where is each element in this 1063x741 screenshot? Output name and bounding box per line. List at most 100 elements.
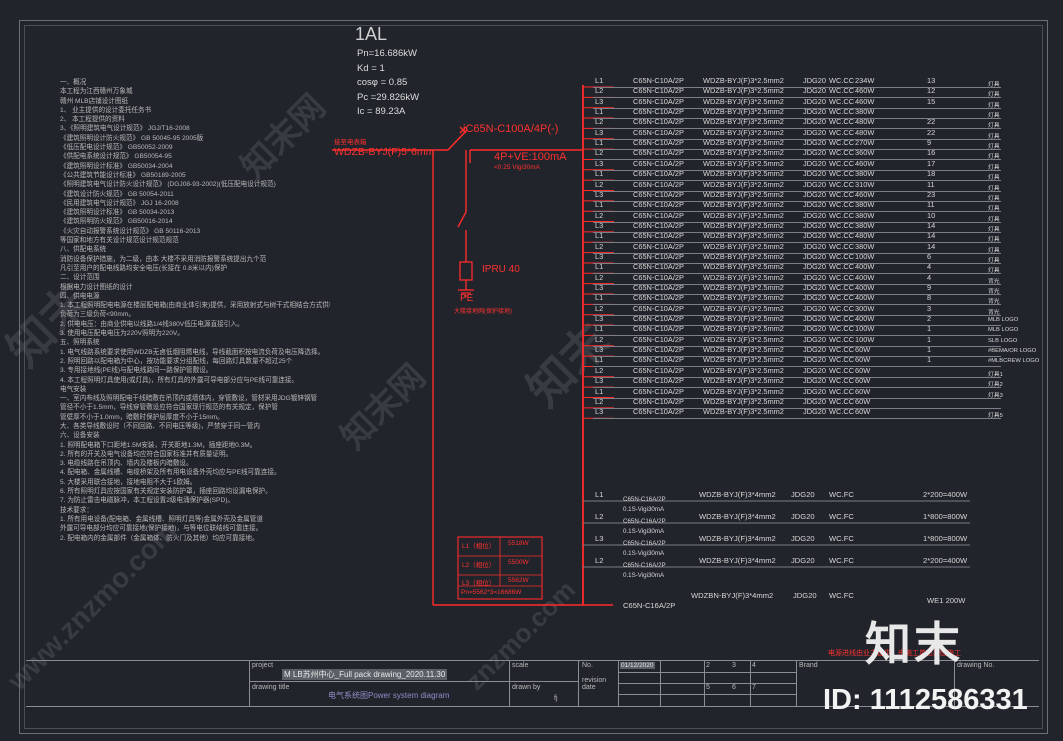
branch-phase: L3 bbox=[595, 283, 604, 292]
branch-label: 灯具 bbox=[988, 226, 1000, 233]
branch-phase: L1 bbox=[595, 490, 604, 499]
branch-count: 8 bbox=[927, 293, 932, 303]
branch-phase: L3 bbox=[595, 127, 604, 137]
branch-conduit: JDG20 bbox=[803, 407, 827, 417]
branch-power: 400W bbox=[855, 283, 875, 292]
branch-conduit: JDG20 bbox=[803, 107, 827, 117]
branch-conduit: JDG20 bbox=[793, 591, 817, 600]
branch-power: 60W bbox=[855, 386, 871, 396]
branch-phase: L2 bbox=[595, 334, 604, 344]
branch-count: 16 bbox=[927, 148, 936, 158]
branch-power: 234W bbox=[855, 76, 875, 85]
branch-breaker: C65N-C10A/2P bbox=[633, 345, 684, 355]
branch-phase: L2 bbox=[595, 365, 604, 375]
rev-col: 3 bbox=[732, 662, 736, 669]
branch-cable: WDZB-BYJ(F)3*2.5mm2 bbox=[703, 200, 784, 210]
drawn-by-label: drawn by bbox=[512, 684, 541, 691]
branch-lay: WC.CC bbox=[829, 231, 855, 241]
brand-label: Brand bbox=[799, 662, 818, 669]
branch-cable: WDZB-BYJ(F)3*2.5mm2 bbox=[703, 241, 784, 251]
branch-cable: WDZB-BYJ(F)3*2.5mm2 bbox=[703, 355, 784, 365]
branch-conduit: JDG20 bbox=[803, 210, 827, 220]
branch-lay: WC.CC bbox=[829, 241, 855, 251]
socket-row: L2 C65N-C16A/2P 0.1S-Vigi30mA WDZB-BYJ(F)3*… bbox=[593, 556, 993, 579]
branch-power: 480W bbox=[855, 117, 875, 127]
branch-cable: WDZB-BYJ(F)3*4mm2 bbox=[699, 490, 776, 499]
branch-power: 60W bbox=[855, 396, 871, 406]
branch-breaker: C65N-C10A/2P bbox=[633, 210, 684, 220]
branch-phase: L1 bbox=[595, 107, 604, 117]
branch-lay: WC.CC bbox=[829, 220, 855, 230]
branch-power: 60W bbox=[855, 365, 871, 375]
branch-count: 22 bbox=[927, 127, 936, 137]
branch-breaker: C65N-C10A/2P bbox=[633, 127, 684, 137]
branch-cable: WDZB-BYJ(F)3*2.5mm2 bbox=[703, 251, 784, 261]
branch-cable: WDZB-BYJ(F)3*4mm2 bbox=[699, 512, 776, 521]
branch-conduit: JDG20 bbox=[803, 117, 827, 127]
branch-breaker: C65N-C10A/2P bbox=[633, 376, 684, 386]
branch-conduit: JDG20 bbox=[803, 365, 827, 375]
branch-count: 1 bbox=[927, 355, 932, 365]
branch-breaker: C65N-C10A/2P bbox=[633, 179, 684, 189]
branch-count: 17 bbox=[927, 158, 936, 168]
project-label: project bbox=[252, 662, 274, 669]
branch-phase: L3 bbox=[595, 314, 604, 324]
branch-label: 背光 bbox=[988, 289, 1000, 295]
branch-cable: WDZB-BYJ(F)3*2.5mm2 bbox=[703, 148, 784, 158]
rev-col: 7 bbox=[752, 684, 756, 691]
branch-phase: L1 bbox=[595, 76, 604, 85]
branch-label: MLB LOGO bbox=[988, 327, 1019, 334]
branch-count: 23 bbox=[927, 189, 936, 199]
branch-lay: WC.CC bbox=[829, 407, 855, 417]
branch-cable: WDZBN-BYJ(F)3*4mm2 bbox=[691, 591, 774, 600]
branch-conduit: JDG20 bbox=[803, 220, 827, 230]
branch-lay: WC.CC bbox=[829, 355, 855, 365]
branch-label: 灯具 bbox=[988, 154, 1000, 161]
branch-label: 灯具 bbox=[988, 164, 1000, 171]
branch-count: 14 bbox=[927, 241, 936, 251]
rev-col: 2 bbox=[706, 662, 710, 669]
branch-label: 灯具 bbox=[988, 268, 1000, 275]
scale-label: scale bbox=[512, 662, 529, 669]
branch-power: 460W bbox=[855, 189, 875, 199]
branch-cable: WDZB-BYJ(F)3*2.5mm2 bbox=[703, 158, 784, 168]
branch-phase: L3 bbox=[595, 407, 604, 417]
revision-date: 01/12/2020 bbox=[620, 662, 655, 669]
branch-breaker: C65N-C10A/2P bbox=[633, 272, 684, 282]
rev-col: 5 bbox=[706, 684, 710, 691]
branch-label: 背光 bbox=[988, 299, 1000, 306]
branch-lay: WC.CC bbox=[829, 303, 855, 313]
branch-cable: WDZB-BYJ(F)3*2.5mm2 bbox=[703, 138, 784, 148]
branch-power: 100W bbox=[855, 251, 875, 261]
branch-phase: L3 bbox=[595, 251, 604, 261]
branch-count: 14 bbox=[927, 231, 936, 241]
branch-conduit: JDG20 bbox=[803, 293, 827, 303]
branch-power: 380W bbox=[855, 220, 875, 230]
branch-power: 100W bbox=[855, 334, 875, 344]
no-label: No. bbox=[582, 662, 593, 669]
branch-cable: WDZB-BYJ(F)3*2.5mm2 bbox=[703, 117, 784, 127]
branch-breaker: C65N-C10A/2P bbox=[633, 407, 684, 417]
branch-conduit: JDG20 bbox=[803, 314, 827, 324]
branch-breaker: C65N-C10A/2P bbox=[633, 189, 684, 199]
branch-phase: L2 bbox=[595, 117, 604, 127]
branch-lay: WC.CC bbox=[829, 117, 855, 127]
branch-conduit: JDG20 bbox=[803, 272, 827, 282]
branch-phase: L1 bbox=[595, 262, 604, 272]
branch-breaker: C65N-C10A/2P bbox=[633, 365, 684, 375]
brand-logo: 知末 bbox=[865, 618, 963, 670]
branch-load: 2*200=400W bbox=[923, 556, 968, 565]
branch-phase: L1 bbox=[595, 231, 604, 241]
branch-conduit: JDG20 bbox=[803, 303, 827, 313]
branch-cable: WDZB-BYJ(F)3*2.5mm2 bbox=[703, 189, 784, 199]
branch-breaker: C65N-C16A/2P bbox=[623, 601, 676, 610]
branch-conduit: JDG20 bbox=[803, 86, 827, 96]
branch-breaker: C65N-C10A/2P bbox=[633, 76, 684, 85]
branch-label: 灯具 bbox=[988, 257, 1000, 264]
branch-conduit: JDG20 bbox=[803, 96, 827, 106]
branch-power: 480W bbox=[855, 127, 875, 137]
branch-conduit: JDG20 bbox=[803, 231, 827, 241]
project-name: M LB苏州中心_Full pack drawing_2020.11.30 bbox=[282, 669, 448, 680]
rcd-label: 4P+VE:100mA bbox=[494, 151, 567, 163]
branch-breaker: C65N-C10A/2P bbox=[633, 158, 684, 168]
